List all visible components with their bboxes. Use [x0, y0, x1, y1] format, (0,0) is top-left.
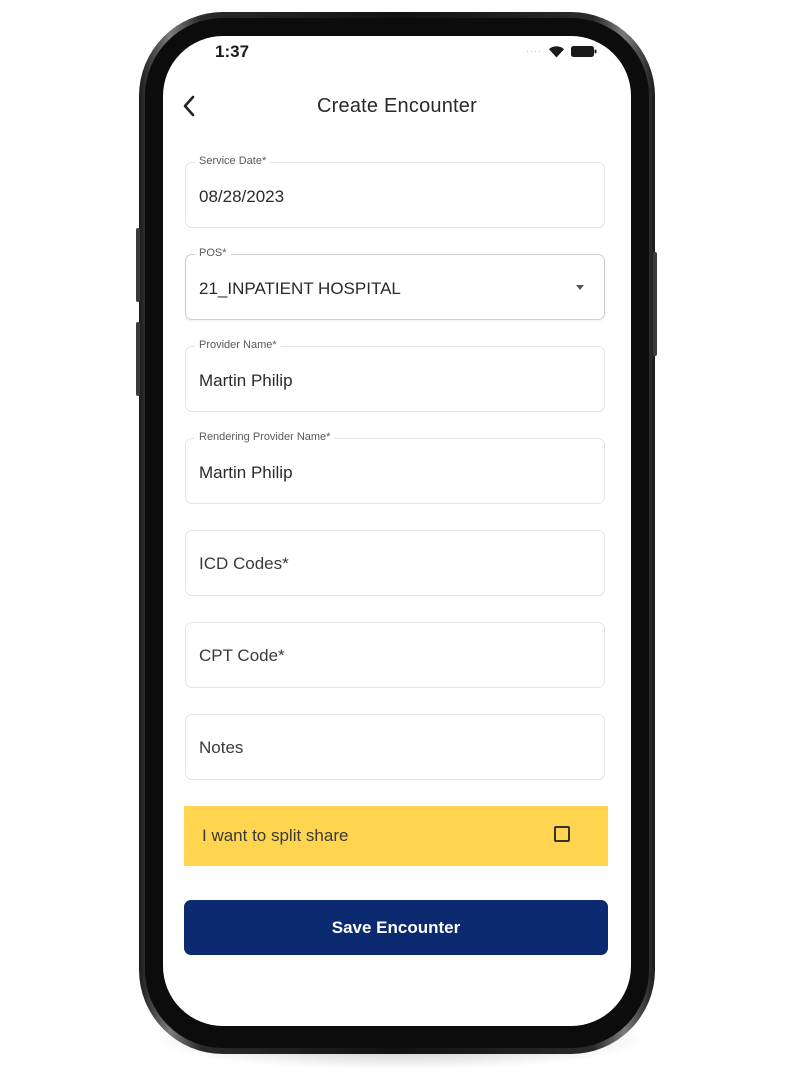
pos-label: POS*: [195, 247, 231, 259]
rendering-provider-name-value: Martin Philip: [199, 463, 293, 482]
cpt-code-placeholder: CPT Code*: [199, 646, 285, 665]
service-date-value: 08/28/2023: [199, 187, 285, 206]
dropdown-arrow-icon: [576, 285, 584, 290]
pos-select[interactable]: POS* 21_INPATIENT HOSPITAL: [185, 247, 605, 320]
service-date-label: Service Date*: [195, 155, 271, 167]
wifi-icon: [549, 45, 564, 57]
notes-field[interactable]: Notes: [185, 714, 605, 780]
provider-name-value: Martin Philip: [199, 371, 293, 390]
status-time: 1:37: [215, 42, 250, 61]
signal-dots-icon: ····: [526, 46, 542, 56]
provider-name-label: Provider Name*: [195, 339, 281, 351]
service-date-field[interactable]: Service Date* 08/28/2023: [185, 155, 605, 228]
volume-up-button: [136, 228, 140, 302]
provider-name-field[interactable]: Provider Name* Martin Philip: [185, 339, 605, 412]
split-share-row[interactable]: I want to split share: [184, 806, 608, 866]
split-share-label: I want to split share: [202, 826, 349, 845]
volume-down-button: [136, 322, 140, 396]
icd-codes-field[interactable]: ICD Codes*: [185, 530, 605, 596]
icd-codes-placeholder: ICD Codes*: [199, 554, 289, 573]
pos-value: 21_INPATIENT HOSPITAL: [199, 279, 401, 298]
save-encounter-button[interactable]: Save Encounter: [184, 900, 608, 955]
battery-icon: [571, 45, 597, 57]
notes-placeholder: Notes: [199, 738, 244, 757]
split-share-checkbox[interactable]: [554, 826, 570, 842]
power-button: [653, 252, 657, 356]
app-screen: 1:37 ···· Create Encounter Service Date*…: [163, 36, 631, 1026]
page-title: Create Encounter: [317, 95, 477, 117]
cpt-code-field[interactable]: CPT Code*: [185, 622, 605, 688]
rendering-provider-name-field[interactable]: Rendering Provider Name* Martin Philip: [185, 431, 605, 504]
status-icons: ····: [526, 44, 597, 58]
rendering-provider-name-label: Rendering Provider Name*: [195, 431, 335, 443]
